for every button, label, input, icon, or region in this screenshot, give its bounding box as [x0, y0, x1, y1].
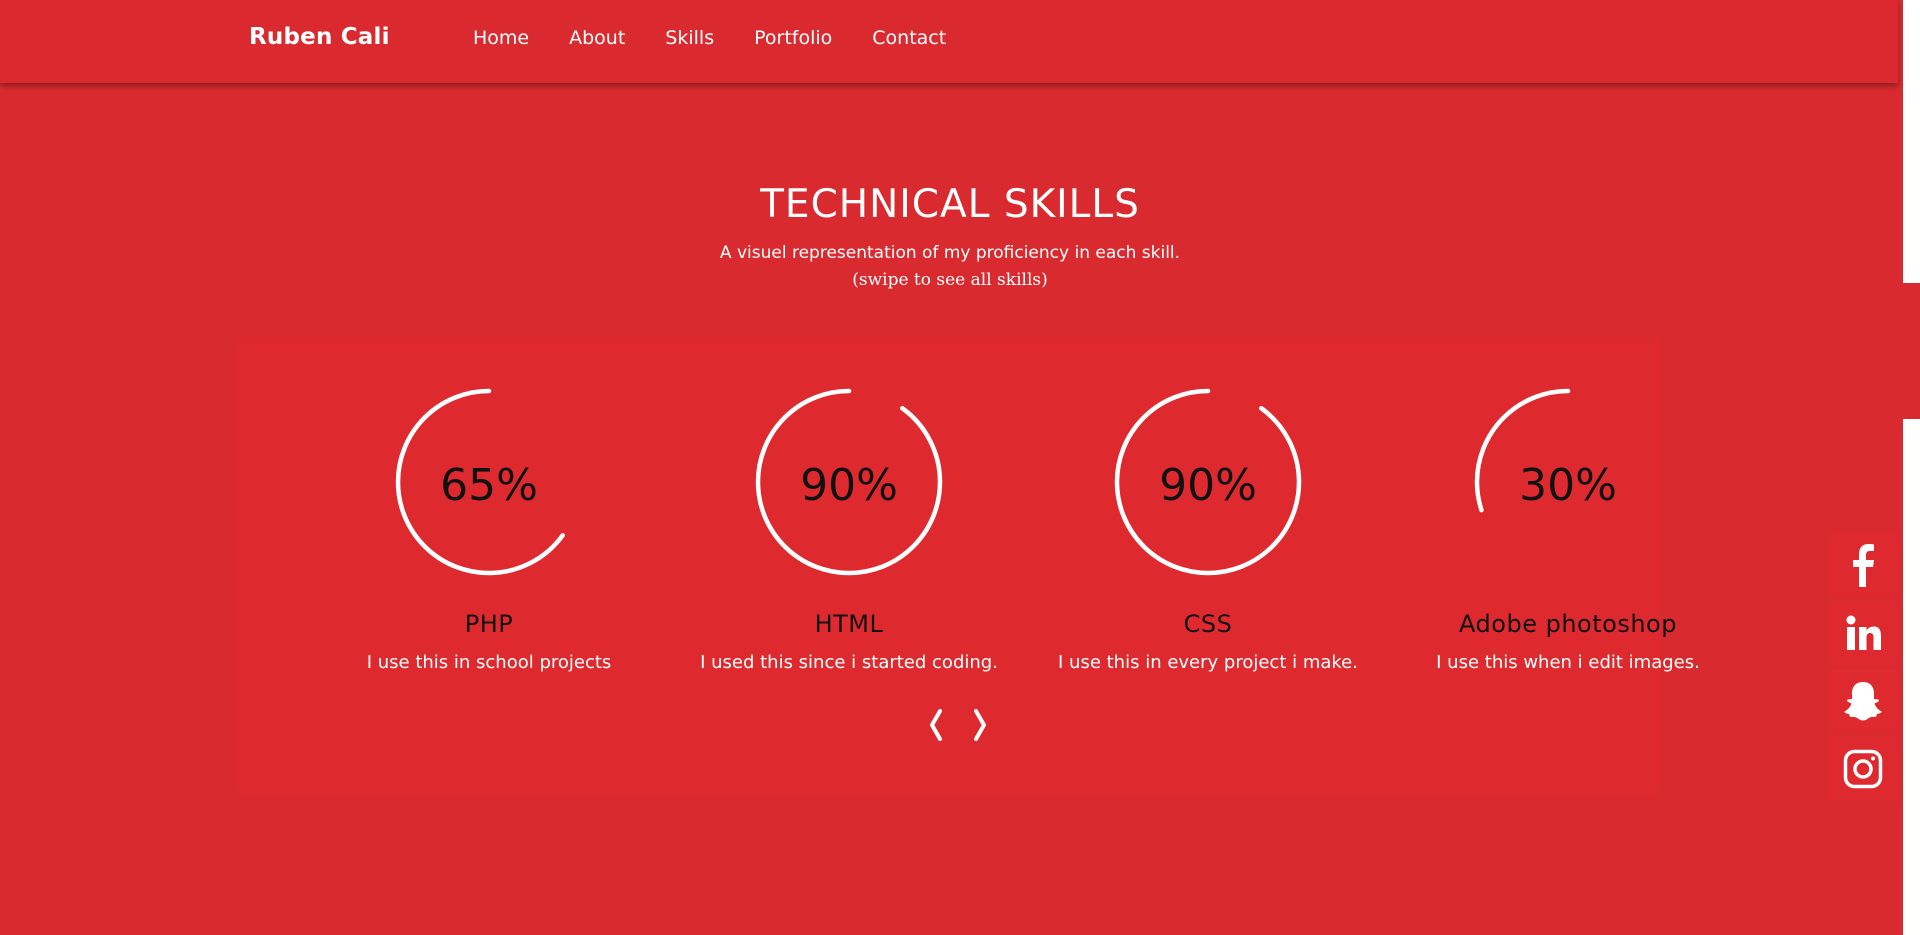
scrollbar-track-lower	[1903, 419, 1920, 935]
skill-description: I use this in every project i make.	[1058, 652, 1358, 673]
chevron-right-icon[interactable]	[968, 705, 992, 745]
nav-links: Home About Skills Portfolio Contact	[473, 27, 986, 49]
snapchat-link[interactable]	[1828, 669, 1898, 733]
linkedin-link[interactable]	[1828, 601, 1898, 665]
skill-description: I use this when i edit images.	[1436, 652, 1700, 673]
navbar: Ruben Cali Home About Skills Portfolio C…	[0, 0, 1898, 83]
linkedin-icon	[1846, 615, 1881, 650]
nav-link-home[interactable]: Home	[473, 27, 529, 49]
skill-percent: 90%	[800, 460, 898, 511]
scrollbar[interactable]	[1898, 0, 1920, 935]
skill-percent: 65%	[440, 460, 538, 511]
skill-name: PHP	[464, 610, 514, 638]
nav-link-about[interactable]: About	[569, 27, 625, 49]
skills-carousel[interactable]: 65% PHP I use this in school projects 90…	[238, 338, 1700, 794]
skill-name: Adobe photoshop	[1459, 610, 1677, 638]
skill-description: I used this since i started coding.	[700, 652, 998, 673]
section-title: TECHNICAL SKILLS	[760, 182, 1140, 227]
section-subtitle: A visuel representation of my proficienc…	[719, 243, 1181, 263]
nav-link-skills[interactable]: Skills	[665, 27, 714, 49]
snapchat-icon	[1844, 682, 1882, 721]
facebook-icon	[1853, 544, 1874, 587]
chevron-left-icon[interactable]	[924, 705, 948, 745]
skill-percent: 90%	[1159, 460, 1257, 511]
section-hint: (swipe to see all skills)	[852, 270, 1048, 290]
instagram-link[interactable]	[1828, 737, 1898, 801]
skill-description: I use this in school projects	[366, 652, 612, 673]
nav-link-contact[interactable]: Contact	[872, 27, 946, 49]
facebook-link[interactable]	[1828, 533, 1898, 597]
skill-name: CSS	[1183, 610, 1233, 638]
instagram-icon	[1843, 749, 1883, 789]
brand-logo[interactable]: Ruben Cali	[249, 24, 390, 50]
scrollbar-thumb[interactable]	[1903, 0, 1920, 283]
skill-name: HTML	[814, 610, 884, 638]
skill-percent: 30%	[1519, 460, 1617, 511]
nav-link-portfolio[interactable]: Portfolio	[754, 27, 832, 49]
